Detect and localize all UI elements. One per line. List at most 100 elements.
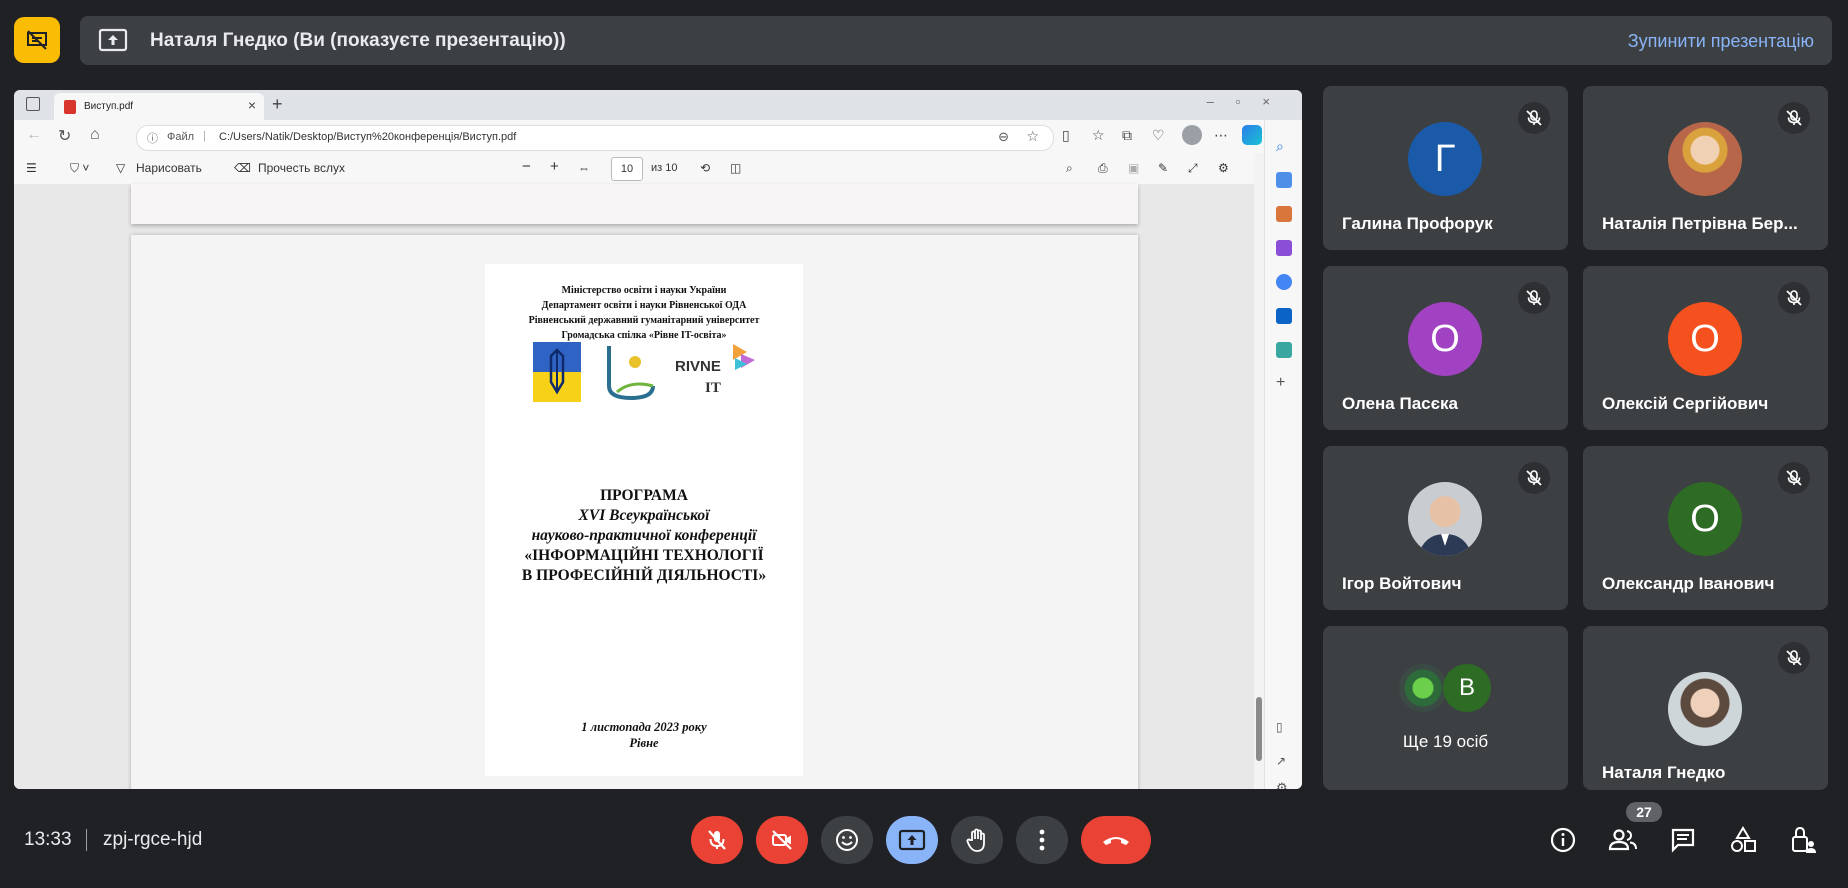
present-screen-icon [98,28,128,52]
participant-name: Наталія Петрівна Бер... [1602,214,1798,233]
sidebar-outlook-icon[interactable] [1276,308,1292,324]
participant-tile[interactable]: О Олександр Іванович [1583,446,1828,610]
microphone-toggle-button[interactable] [691,816,743,864]
info-icon[interactable]: ⓘ [147,130,158,146]
browser-tab[interactable]: Виступ.pdf × [54,93,264,120]
fullscreen-icon[interactable]: ⤢ [1188,161,1198,176]
scroll-thumb[interactable] [1256,697,1262,761]
raise-hand-button[interactable] [951,816,1003,864]
others-tile[interactable]: В Ще 19 осіб [1323,626,1568,790]
document-header: Міністерство освіти і науки України Депа… [485,283,803,343]
refresh-icon[interactable]: ↻ [58,126,71,146]
sidebar-designer-icon[interactable] [1276,342,1292,358]
title-line: науково-практичної конференції [531,527,757,544]
participant-tile[interactable]: Г Галина Профорук [1323,86,1568,250]
page-number-input[interactable]: 10 [611,157,643,181]
header-line: Міністерство освіти і науки України [561,285,727,296]
participant-avatar: О [1408,302,1482,376]
window-controls[interactable]: –▫× [1207,94,1292,109]
reactions-button[interactable] [821,816,873,864]
favorites-icon[interactable]: ☆ [1092,127,1108,143]
favorite-star-icon[interactable]: ☆ [1026,128,1039,145]
participant-photo [1668,122,1742,196]
sidebar-search-icon[interactable]: ⌕ [1276,138,1292,154]
stop-presentation-button[interactable]: Зупинити презентацію [1628,31,1814,52]
stop-presenting-toggle[interactable] [14,17,60,63]
print-icon[interactable]: ⎙ [1098,161,1108,176]
settings-gear-icon[interactable]: ⚙ [1218,161,1229,175]
participant-avatar: О [1668,482,1742,556]
pdf-viewer[interactable]: Міністерство освіти і науки України Депа… [14,184,1254,789]
draw-button[interactable]: Нарисовать [136,161,202,175]
save-as-icon[interactable]: ✎ [1158,161,1168,175]
zoom-in-icon[interactable]: + [550,158,559,175]
sidebar-settings-icon[interactable]: ⚙ [1276,780,1292,789]
other-participant-avatar-initial: В [1443,664,1491,712]
sidebar-add-icon[interactable]: + [1276,374,1292,391]
pdf-scrollbar[interactable] [1254,153,1264,789]
browser-essentials-icon[interactable]: ♡ [1152,127,1168,143]
collections-icon[interactable]: ⧉ [1122,127,1138,143]
divider [86,829,87,851]
others-count-label: Ще 19 осіб [1402,732,1489,751]
muted-mic-icon [1518,282,1550,314]
lock-person-icon [1792,826,1816,853]
more-options-button[interactable] [1016,816,1068,864]
copilot-icon[interactable] [1242,125,1262,145]
logos-row: RIVNE IT [533,342,763,404]
people-button[interactable] [1608,825,1638,855]
host-controls-button[interactable] [1788,825,1818,855]
muted-mic-icon [1518,102,1550,134]
back-icon[interactable]: ← [26,126,42,144]
activities-button[interactable] [1728,825,1758,855]
address-field[interactable]: ⓘ Файл | C:/Users/Natik/Desktop/Виступ%2… [136,125,1054,151]
date-line: 1 листопада 2023 року [581,720,707,734]
eraser-icon[interactable]: ⌫ [234,161,251,175]
participant-tile[interactable]: О Олексій Сергійович [1583,266,1828,430]
camera-toggle-button[interactable] [756,816,808,864]
sidebar-office-icon[interactable] [1276,274,1292,290]
read-aloud-button[interactable]: Прочесть вслух [258,161,345,175]
home-icon[interactable]: ⌂ [90,126,100,144]
place-line: Рівне [629,736,659,750]
chat-button[interactable] [1668,825,1698,855]
sidebar-split-icon[interactable]: ▯ [1276,720,1292,736]
sidebar-open-icon[interactable]: ↗ [1276,754,1292,770]
sidebar-games-icon[interactable] [1276,240,1292,256]
muted-mic-icon [1778,282,1810,314]
close-tab-icon[interactable]: × [248,97,256,113]
more-menu-icon[interactable]: ⋯ [1214,127,1230,143]
zoom-out-icon[interactable]: − [522,158,531,175]
present-screen-button[interactable] [886,816,938,864]
rivne-it-logo-icon [733,344,755,370]
document-date: 1 листопада 2023 року Рівне [485,719,803,751]
new-tab-icon[interactable]: + [272,94,283,115]
hang-up-icon [1103,837,1129,845]
sidebar-shopping-icon[interactable] [1276,172,1292,188]
sidebar-tools-icon[interactable] [1276,206,1292,222]
save-icon[interactable]: ▣ [1128,161,1139,175]
leave-call-button[interactable] [1081,816,1151,864]
meeting-details-button[interactable] [1548,825,1578,855]
highlight-icon[interactable]: ⛉ ˅ [70,161,89,176]
pdf-search-icon[interactable]: ⌕ [1066,161,1073,176]
draw-icon[interactable]: ▽ [116,161,125,175]
participant-avatar: О [1668,302,1742,376]
info-icon [1550,827,1576,853]
participant-tile-self[interactable]: Наталя Гнедко [1583,626,1828,790]
contents-icon[interactable]: ☰ [26,161,37,175]
tab-actions-icon[interactable] [26,97,40,111]
address-bar-row: ← ↻ ⌂ ⓘ Файл | C:/Users/Natik/Desktop/Ви… [14,120,1302,153]
rivne-it-logo-text: RIVNE [675,358,721,375]
fit-page-icon[interactable]: ⇔ [578,161,590,175]
more-vert-icon [1039,829,1045,851]
participant-tile[interactable]: О Олена Пасєка [1323,266,1568,430]
reading-view-icon[interactable]: ▯ [1062,127,1078,143]
participant-tile[interactable]: Наталія Петрівна Бер... [1583,86,1828,250]
zoom-icon[interactable]: ⊖ [998,129,1009,145]
rotate-icon[interactable]: ⟲ [700,161,710,175]
university-logo-icon [607,346,655,401]
page-view-icon[interactable]: ◫ [730,161,741,175]
profile-avatar[interactable] [1182,125,1202,145]
participant-tile[interactable]: Ігор Войтович [1323,446,1568,610]
